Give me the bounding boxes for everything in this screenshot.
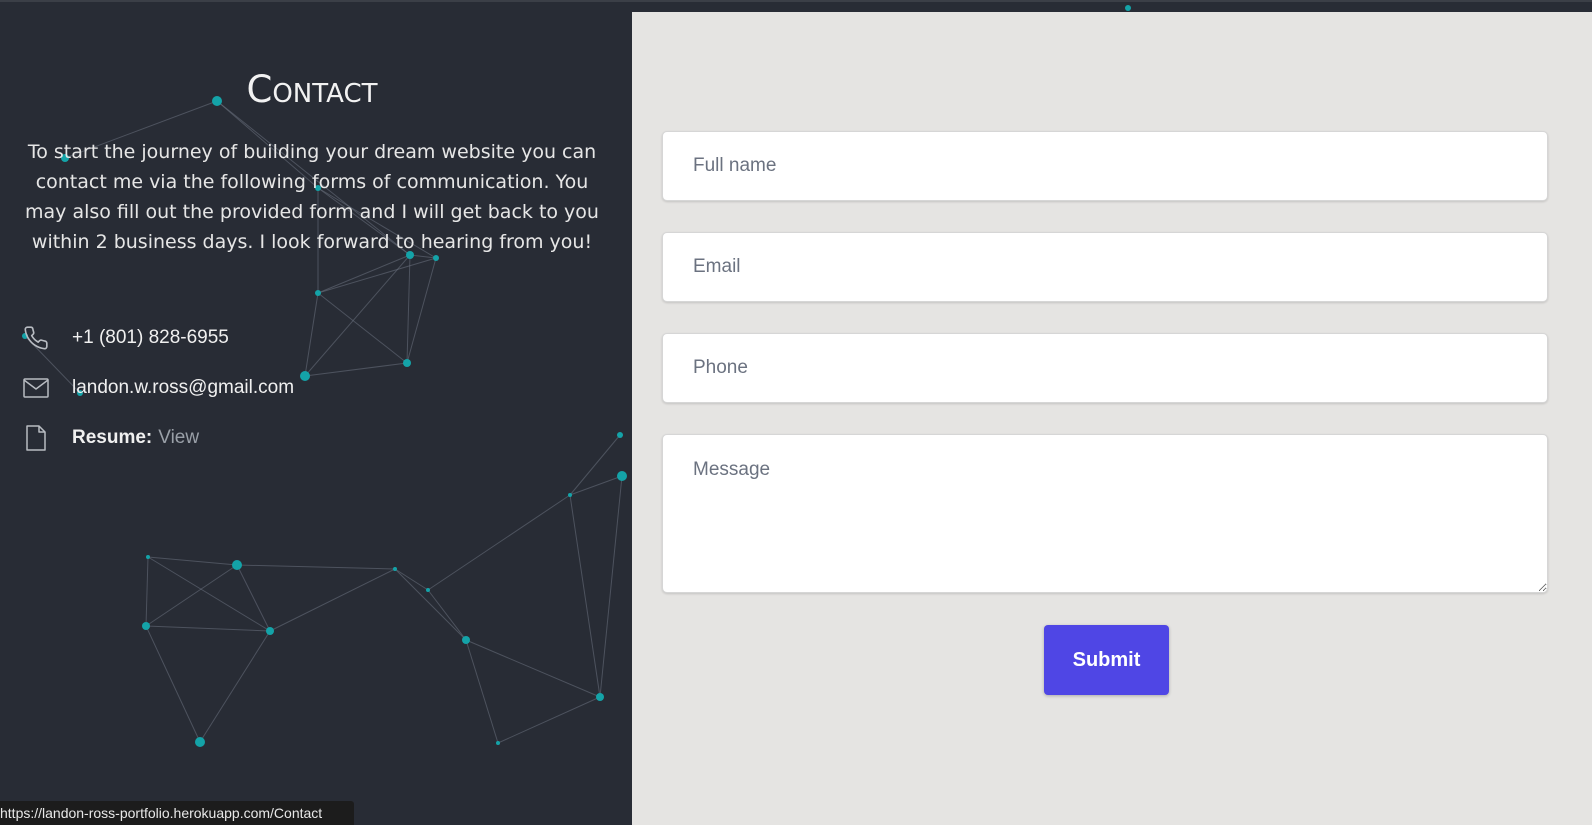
contact-resume: Resume: View xyxy=(22,425,294,451)
resume-view-link[interactable]: View xyxy=(158,427,199,449)
contact-page: Contact To start the journey of building… xyxy=(0,0,1592,825)
contact-form-panel: Submit xyxy=(632,12,1592,825)
contact-phone: +1 (801) 828-6955 xyxy=(22,325,294,351)
contact-methods: +1 (801) 828-6955 landon.w.ross@gmail.co… xyxy=(22,325,294,475)
email-input[interactable] xyxy=(662,232,1548,302)
contact-email: landon.w.ross@gmail.com xyxy=(22,375,294,401)
phone-icon xyxy=(22,325,50,351)
phone-input[interactable] xyxy=(662,333,1548,403)
intro-text: To start the journey of building your dr… xyxy=(25,141,599,253)
network-node xyxy=(1125,5,1131,11)
email-address[interactable]: landon.w.ross@gmail.com xyxy=(72,377,294,399)
message-textarea[interactable] xyxy=(662,434,1548,593)
contact-info-panel: Contact To start the journey of building… xyxy=(0,0,632,825)
full-name-input[interactable] xyxy=(662,131,1548,201)
resume-label: Resume: xyxy=(72,427,153,448)
status-bar-url: https://landon-ross-portfolio.herokuapp.… xyxy=(0,801,354,825)
page-title: Contact xyxy=(246,68,378,111)
mail-icon xyxy=(22,375,50,401)
document-icon xyxy=(22,425,50,451)
submit-button[interactable]: Submit xyxy=(1044,625,1169,695)
phone-number[interactable]: +1 (801) 828-6955 xyxy=(72,327,229,349)
